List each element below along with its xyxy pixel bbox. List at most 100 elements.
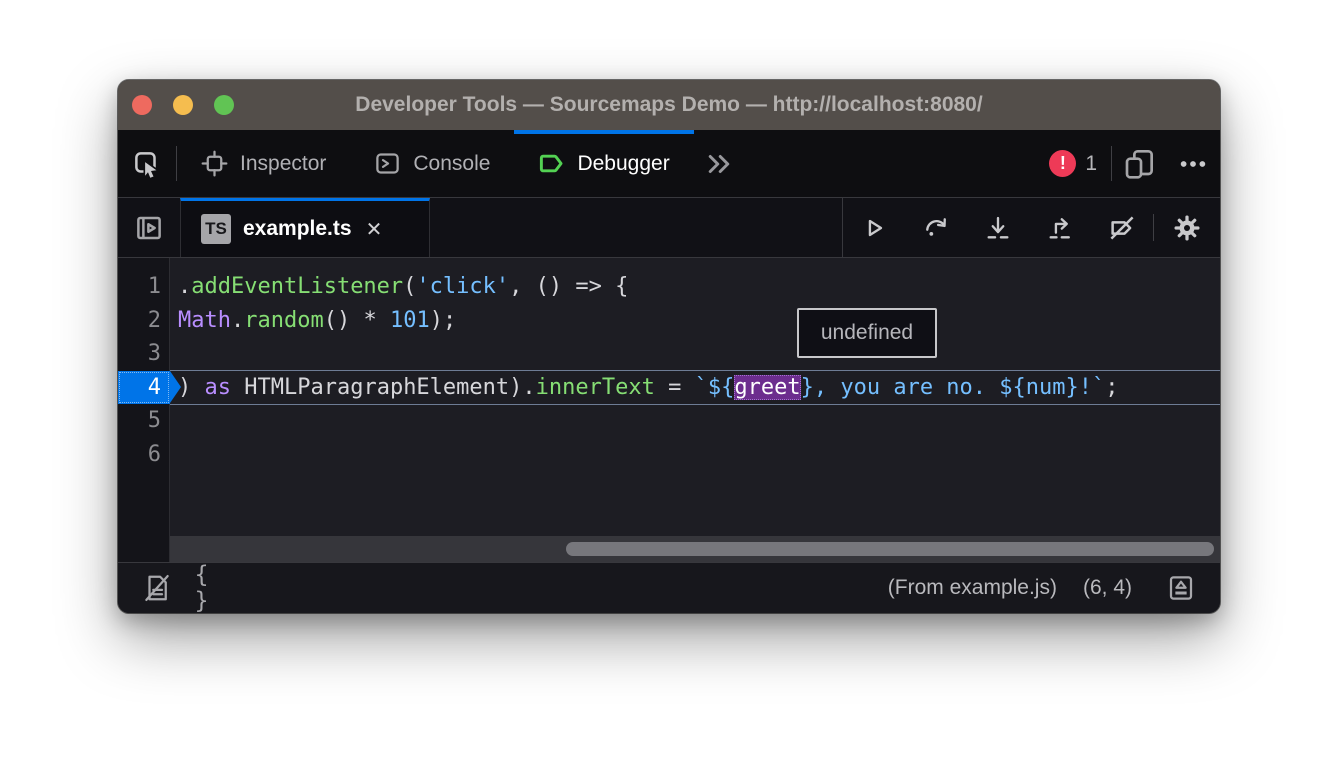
source-filename: example.ts xyxy=(243,217,352,241)
minimize-window-button[interactable] xyxy=(173,95,193,115)
error-counter[interactable]: ! 1 xyxy=(1049,130,1111,197)
code-token: ) xyxy=(178,375,205,400)
tab-debugger[interactable]: Debugger xyxy=(514,130,693,197)
close-window-button[interactable] xyxy=(132,95,152,115)
code-token: 101 xyxy=(390,308,430,333)
error-count: 1 xyxy=(1085,152,1097,176)
code-token: HTMLParagraphElement xyxy=(244,375,509,400)
code-token: = xyxy=(655,375,695,400)
console-icon xyxy=(374,150,401,177)
code-token: ). xyxy=(509,375,536,400)
step-over-button[interactable] xyxy=(905,198,967,257)
devtools-menu-button[interactable] xyxy=(1166,130,1220,197)
step-out-button[interactable] xyxy=(1029,198,1091,257)
code-text: ) as HTMLParagraphElement).innerText = `… xyxy=(170,371,1220,405)
paused-line-marker[interactable]: 4 xyxy=(118,371,170,405)
devtools-toolbar: Inspector Console Debugger xyxy=(118,130,1220,198)
code-token: as xyxy=(205,375,232,400)
code-token: , () => { xyxy=(509,274,628,299)
code-token: random xyxy=(244,308,323,333)
code-line[interactable]: 1.addEventListener('click', () => { xyxy=(118,270,1220,304)
step-out-icon xyxy=(1046,214,1074,242)
code-token: Math xyxy=(178,308,231,333)
source-map-button[interactable] xyxy=(1158,568,1204,608)
window-title: Developer Tools — Sourcemaps Demo — http… xyxy=(244,93,1094,117)
debugger-settings-button[interactable] xyxy=(1154,198,1220,257)
line-number[interactable]: 6 xyxy=(118,438,170,472)
close-tab-icon[interactable]: ✕ xyxy=(364,213,385,246)
code-text xyxy=(170,438,1220,472)
step-in-button[interactable] xyxy=(967,198,1029,257)
code-text: Math.random() * 101); xyxy=(170,304,1220,338)
sidebar-toggle-icon xyxy=(134,213,164,243)
code-token: addEventListener xyxy=(191,274,403,299)
code-token: ( xyxy=(403,274,416,299)
traffic-lights xyxy=(132,95,244,115)
chevron-double-right-icon xyxy=(704,149,734,179)
code-token: . xyxy=(231,308,244,333)
gear-icon xyxy=(1172,213,1202,243)
resume-button[interactable] xyxy=(843,198,905,257)
open-original-source-icon xyxy=(1166,573,1196,603)
variable-preview-tooltip: undefined xyxy=(797,308,937,358)
code-token: ); xyxy=(430,308,457,333)
source-tab-example-ts[interactable]: TS example.ts ✕ xyxy=(180,198,430,257)
mapped-source-label: (From example.js) xyxy=(888,576,1057,600)
error-icon: ! xyxy=(1049,150,1076,177)
code-line[interactable]: 2Math.random() * 101); xyxy=(118,304,1220,338)
code-token: . xyxy=(178,274,191,299)
step-in-icon xyxy=(984,214,1012,242)
deactivate-breakpoints-button[interactable] xyxy=(1091,198,1153,257)
code-line[interactable]: 5 xyxy=(118,404,1220,438)
blackbox-source-icon xyxy=(142,573,172,603)
code-token: }, you are no. ${num}!` xyxy=(801,375,1106,400)
source-tab-row: TS example.ts ✕ xyxy=(118,198,1220,258)
pretty-print-button[interactable]: { } xyxy=(180,568,226,608)
step-over-icon xyxy=(922,214,950,242)
inspector-icon xyxy=(201,150,228,177)
code-token: innerText xyxy=(536,375,655,400)
tab-inspector[interactable]: Inspector xyxy=(177,130,350,197)
ignore-source-button[interactable] xyxy=(134,568,180,608)
pick-element-button[interactable] xyxy=(118,130,176,197)
line-number[interactable]: 1 xyxy=(118,270,170,304)
resume-icon xyxy=(860,214,888,242)
toolbar-spacer xyxy=(744,130,1050,197)
editor-footer: { } (From example.js) (6, 4) xyxy=(118,562,1220,613)
code-token: () * xyxy=(324,308,390,333)
code-text xyxy=(170,404,1220,438)
code-text xyxy=(170,337,1220,371)
meatball-menu-icon xyxy=(1178,149,1208,179)
code-token xyxy=(231,375,244,400)
line-number[interactable]: 2 xyxy=(118,304,170,338)
toggle-sources-panel-button[interactable] xyxy=(118,198,180,257)
debugger-controls xyxy=(842,198,1220,257)
code-editor[interactable]: 1.addEventListener('click', () => {2Math… xyxy=(118,258,1220,562)
line-number[interactable]: 3 xyxy=(118,337,170,371)
code-lines: 1.addEventListener('click', () => {2Math… xyxy=(118,270,1220,471)
tab-console[interactable]: Console xyxy=(350,130,514,197)
zoom-window-button[interactable] xyxy=(214,95,234,115)
cursor-position: (6, 4) xyxy=(1083,576,1132,600)
code-line[interactable]: 6 xyxy=(118,438,1220,472)
scrollbar-thumb[interactable] xyxy=(566,542,1214,556)
responsive-design-mode-button[interactable] xyxy=(1112,130,1166,197)
tab-label: Debugger xyxy=(577,152,669,176)
all-tabs-button[interactable] xyxy=(694,130,744,197)
code-line[interactable]: 3 xyxy=(118,337,1220,371)
code-token: 'click' xyxy=(416,274,509,299)
code-token: ; xyxy=(1105,375,1118,400)
line-number[interactable]: 5 xyxy=(118,404,170,438)
devtools-window: Developer Tools — Sourcemaps Demo — http… xyxy=(118,80,1220,613)
code-text: .addEventListener('click', () => { xyxy=(170,270,1220,304)
code-token: `${ xyxy=(695,375,735,400)
tab-label: Inspector xyxy=(240,152,326,176)
debugger-icon xyxy=(538,150,565,177)
responsive-design-mode-icon xyxy=(1123,148,1155,180)
typescript-file-icon: TS xyxy=(201,214,231,244)
hovered-token: greet xyxy=(734,375,800,400)
tab-label: Console xyxy=(413,152,490,176)
deactivate-breakpoints-icon xyxy=(1107,213,1137,243)
paused-code-line[interactable]: 4) as HTMLParagraphElement).innerText = … xyxy=(118,371,1220,405)
horizontal-scrollbar[interactable] xyxy=(170,536,1220,562)
